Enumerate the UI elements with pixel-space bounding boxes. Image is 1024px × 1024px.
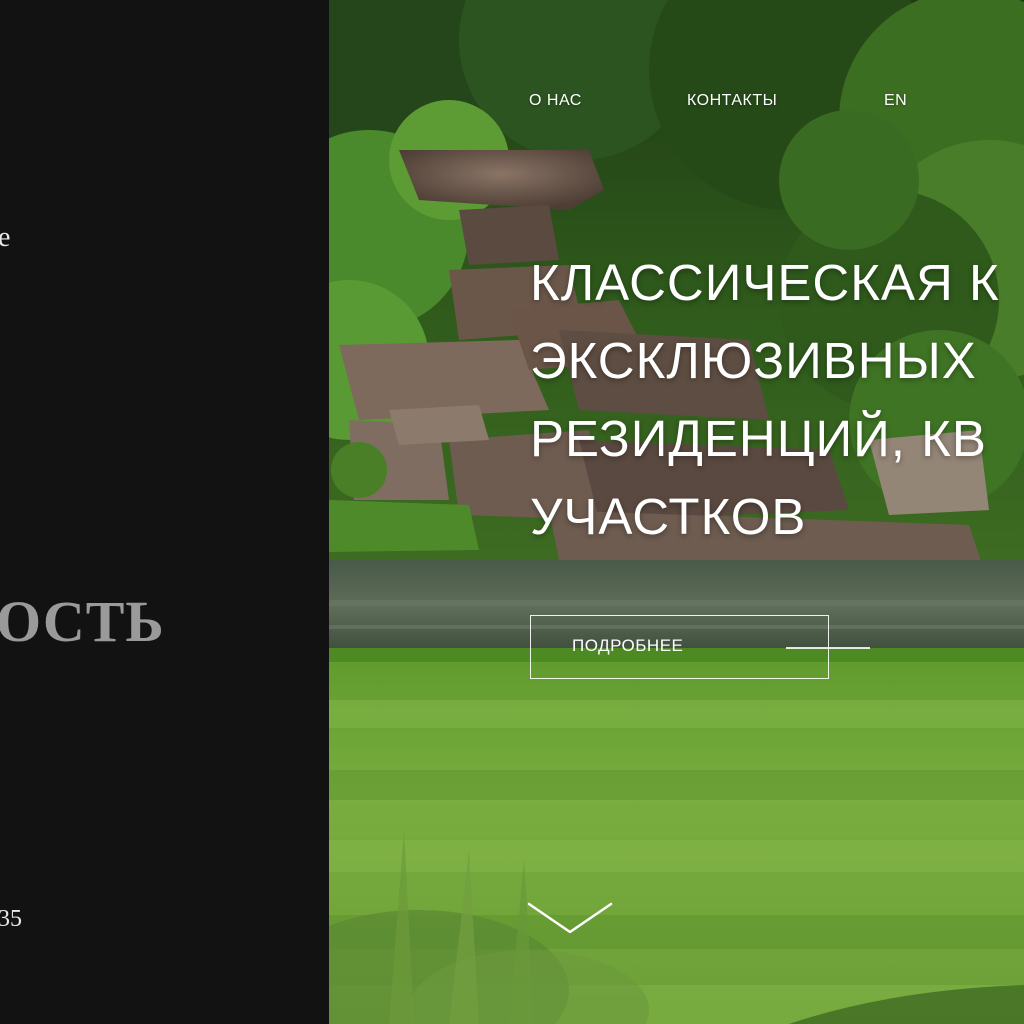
- page: e ОСТЬ 35 О НАС КОНТАКТЫ EN КЛАССИЧЕСКАЯ…: [0, 0, 1024, 1024]
- nav-link-about[interactable]: О НАС: [529, 92, 582, 110]
- more-details-button-label: ПОДРОБНЕЕ: [572, 636, 684, 655]
- scroll-down-button[interactable]: [527, 900, 613, 936]
- left-panel-title-fragment: ОСТЬ: [0, 589, 165, 654]
- left-panel-phone-fragment[interactable]: 35: [0, 906, 22, 933]
- nav-link-contacts[interactable]: КОНТАКТЫ: [687, 92, 777, 110]
- more-details-button[interactable]: ПОДРОБНЕЕ: [530, 615, 829, 679]
- hero-headline-line: ЭКСКЛЮЗИВНЫХ: [530, 332, 977, 389]
- hero-headline-line: УЧАСТКОВ: [530, 488, 807, 545]
- button-accent-line: [786, 647, 870, 649]
- hero-headline-line: КЛАССИЧЕСКАЯ К: [530, 254, 1000, 311]
- language-switch-en[interactable]: EN: [884, 92, 907, 110]
- hero-headline: КЛАССИЧЕСКАЯ К ЭКСКЛЮЗИВНЫХ РЕЗИДЕНЦИЙ, …: [530, 244, 1000, 556]
- chevron-down-icon: [527, 902, 613, 934]
- left-panel-logo-fragment: e: [0, 222, 11, 253]
- hero-headline-line: РЕЗИДЕНЦИЙ, КВ: [530, 410, 987, 467]
- left-panel: e ОСТЬ 35: [0, 0, 329, 1024]
